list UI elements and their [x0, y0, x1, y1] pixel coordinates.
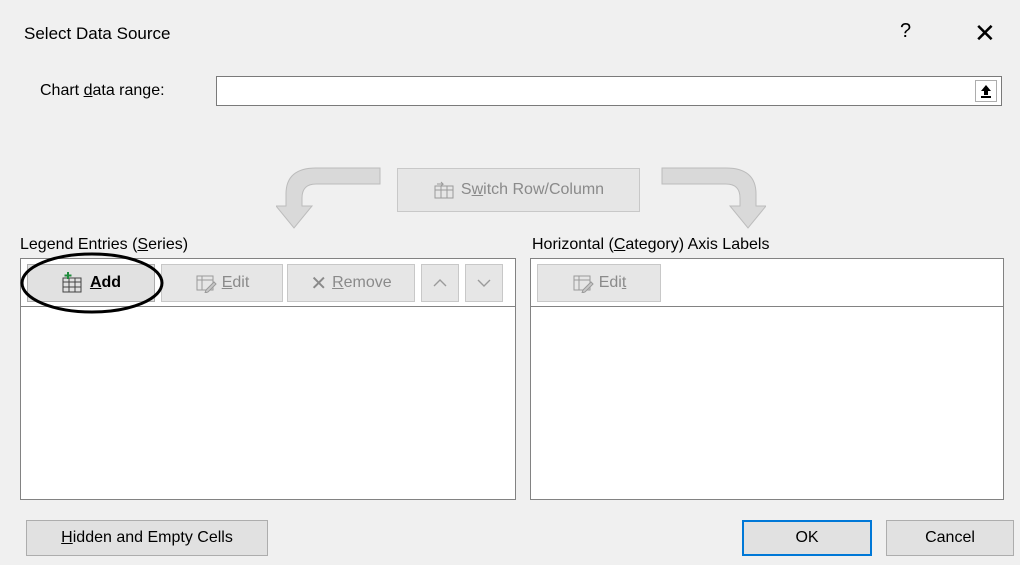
chevron-up-icon — [433, 279, 447, 287]
switch-row-column-icon — [434, 181, 454, 199]
help-button[interactable]: ? — [900, 20, 911, 43]
switch-left-arrow-icon — [276, 167, 381, 229]
switch-row-column-label: Switch Row/Column — [460, 181, 605, 198]
collapse-dialog-button[interactable] — [975, 80, 997, 102]
remove-series-button[interactable]: ✕ Remove — [287, 264, 415, 302]
chart-data-range-label: Chart data range: — [40, 82, 165, 99]
move-down-button[interactable] — [465, 264, 503, 302]
edit-label: Edit — [221, 274, 250, 291]
upload-arrow-icon — [981, 85, 991, 98]
chart-data-range-input[interactable] — [216, 76, 1002, 106]
cancel-button[interactable]: Cancel — [886, 520, 1014, 556]
dialog-title: Select Data Source — [24, 24, 171, 43]
axis-labels-list[interactable] — [531, 307, 1003, 499]
remove-x-icon: ✕ — [310, 272, 328, 295]
legend-series-list[interactable] — [21, 307, 515, 499]
move-up-button[interactable] — [421, 264, 459, 302]
edit-table-icon — [573, 275, 594, 293]
hidden-empty-cells-button[interactable]: Hidden and Empty Cells — [26, 520, 268, 556]
close-button[interactable]: ✕ — [974, 18, 996, 49]
switch-right-arrow-icon — [661, 167, 766, 229]
edit-axis-labels-button[interactable]: Edit — [537, 264, 661, 302]
edit-series-button[interactable]: Edit — [161, 264, 283, 302]
chevron-down-icon — [477, 279, 491, 287]
switch-row-column-button[interactable]: Switch Row/Column — [397, 168, 640, 212]
edit-axis-label: Edit — [598, 274, 627, 291]
remove-label: Remove — [332, 274, 392, 291]
hidden-empty-cells-label: Hidden and Empty Cells — [61, 529, 233, 546]
highlight-ellipse-annotation — [20, 252, 164, 314]
axis-labels-label: Horizontal (Category) Axis Labels — [532, 236, 770, 253]
ok-button[interactable]: OK — [742, 520, 872, 556]
edit-table-icon — [196, 275, 217, 293]
axis-labels-panel: Edit — [530, 258, 1004, 500]
